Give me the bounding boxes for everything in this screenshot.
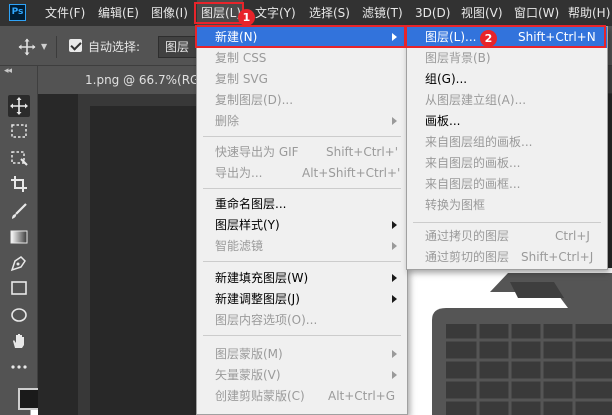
submenu-arrow-icon: [392, 117, 397, 125]
crop-tool-icon[interactable]: [8, 173, 30, 195]
menu-item-rename-layer[interactable]: 重命名图层...: [197, 194, 407, 215]
menu-3d[interactable]: 3D(D): [415, 0, 450, 26]
menu-filter[interactable]: 滤镜(T): [362, 0, 403, 26]
submenu-item-artboard[interactable]: 画板...: [407, 111, 607, 132]
auto-select-label: 自动选择:: [88, 40, 141, 54]
menu-item-copy-css[interactable]: 复制 CSS: [197, 48, 407, 69]
menu-separator: [203, 136, 401, 137]
menu-item-new-adjustment-layer[interactable]: 新建调整图层(J): [197, 289, 407, 310]
new-submenu-dropdown: 图层(L)... Shift+Ctrl+N 图层背景(B) 组(G)... 从图层…: [406, 26, 608, 270]
options-separator: [56, 36, 57, 58]
submenu-item-artboard-from-layers[interactable]: 来自图层的画板...: [407, 153, 607, 174]
menu-select[interactable]: 选择(S): [309, 0, 350, 26]
submenu-arrow-icon: [392, 371, 397, 379]
highlight-box-layer-menu: [194, 2, 244, 24]
rectangle-tool-icon[interactable]: [8, 277, 30, 299]
document-tab-label: 1.png @ 66.7%(RGB/: [85, 73, 212, 87]
menu-item-create-clipping-mask[interactable]: 创建剪贴蒙版(C) Alt+Ctrl+G: [197, 386, 407, 407]
more-tools-icon[interactable]: [8, 356, 30, 378]
photoshop-logo-icon[interactable]: Ps: [9, 4, 26, 21]
vertical-ruler: [78, 94, 90, 415]
highlight-box-new-item: [195, 25, 406, 48]
auto-select-target-dropdown[interactable]: 图层: [158, 36, 198, 58]
submenu-arrow-icon: [392, 350, 397, 358]
highlight-box-new-layer-item: [405, 25, 606, 48]
menu-help[interactable]: 帮助(H): [568, 0, 612, 26]
menu-item-smart-filter[interactable]: 智能滤镜: [197, 236, 407, 257]
menu-view[interactable]: 视图(V): [461, 0, 503, 26]
brush-tool-icon[interactable]: [8, 200, 30, 222]
object-selection-tool-icon[interactable]: [8, 147, 30, 169]
foreground-color-swatch[interactable]: [18, 388, 40, 410]
submenu-arrow-icon: [392, 295, 397, 303]
marquee-tool-icon[interactable]: [8, 120, 30, 142]
submenu-item-layer-via-cut[interactable]: 通过剪切的图层 Shift+Ctrl+J: [407, 247, 607, 268]
submenu-item-group[interactable]: 组(G)...: [407, 69, 607, 90]
menu-item-quick-export-gif[interactable]: 快速导出为 GIF Shift+Ctrl+': [197, 142, 407, 163]
menu-edit[interactable]: 编辑(E): [98, 0, 139, 26]
menu-type[interactable]: 文字(Y): [255, 0, 296, 26]
menu-separator: [203, 188, 401, 189]
submenu-arrow-icon: [392, 274, 397, 282]
menu-image[interactable]: 图像(I): [151, 0, 188, 26]
step-badge-2: 2: [480, 30, 497, 47]
menu-item-layer-mask[interactable]: 图层蒙版(M): [197, 344, 407, 365]
canvas-image[interactable]: [406, 268, 612, 415]
menu-item-layer-style[interactable]: 图层样式(Y): [197, 215, 407, 236]
menu-bar: Ps 文件(F) 编辑(E) 图像(I) 图层(L) 文字(Y) 选择(S) 滤…: [0, 0, 612, 26]
step-badge-1: 1: [238, 9, 255, 26]
menu-separator: [203, 335, 401, 336]
submenu-item-background-from-layer[interactable]: 图层背景(B): [407, 48, 607, 69]
camera-illustration: [432, 273, 612, 415]
collapse-panel-icon[interactable]: ◂◂: [4, 66, 12, 76]
move-tool-preset-icon[interactable]: [18, 38, 36, 56]
submenu-item-layer-via-copy[interactable]: 通过拷贝的图层 Ctrl+J: [407, 226, 607, 247]
menu-item-copy-svg[interactable]: 复制 SVG: [197, 69, 407, 90]
move-tool-icon[interactable]: [8, 95, 30, 117]
submenu-item-group-from-layers[interactable]: 从图层建立组(A)...: [407, 90, 607, 111]
menu-item-new-fill-layer[interactable]: 新建填充图层(W): [197, 268, 407, 289]
submenu-item-convert-to-frame[interactable]: 转换为图框: [407, 195, 607, 216]
hand-tool-icon[interactable]: [8, 330, 30, 352]
auto-select-checkbox[interactable]: [69, 39, 82, 52]
menu-separator: [203, 261, 401, 262]
submenu-item-frame-from-layers[interactable]: 来自图层的画框...: [407, 174, 607, 195]
menu-window[interactable]: 窗口(W): [514, 0, 559, 26]
layer-menu-dropdown: 新建(N) 复制 CSS 复制 SVG 复制图层(D)... 删除 快速导出为 …: [196, 26, 408, 415]
menu-separator: [413, 222, 601, 223]
ellipse-tool-icon[interactable]: [8, 304, 30, 326]
menu-item-layer-content-options[interactable]: 图层内容选项(O)...: [197, 310, 407, 331]
submenu-arrow-icon: [392, 242, 397, 250]
menu-item-export-as[interactable]: 导出为... Alt+Shift+Ctrl+': [197, 163, 407, 184]
menu-item-duplicate-layer[interactable]: 复制图层(D)...: [197, 90, 407, 111]
horizontal-ruler: [78, 94, 198, 106]
pen-tool-icon[interactable]: [8, 252, 30, 274]
menu-file[interactable]: 文件(F): [45, 0, 85, 26]
menu-item-delete[interactable]: 删除: [197, 111, 407, 132]
submenu-item-artboard-from-group[interactable]: 来自图层组的画板...: [407, 132, 607, 153]
submenu-arrow-icon: [392, 221, 397, 229]
menu-item-vector-mask[interactable]: 矢量蒙版(V): [197, 365, 407, 386]
gradient-tool-icon[interactable]: [8, 226, 30, 248]
preset-dropdown-icon[interactable]: ▼: [41, 42, 47, 51]
